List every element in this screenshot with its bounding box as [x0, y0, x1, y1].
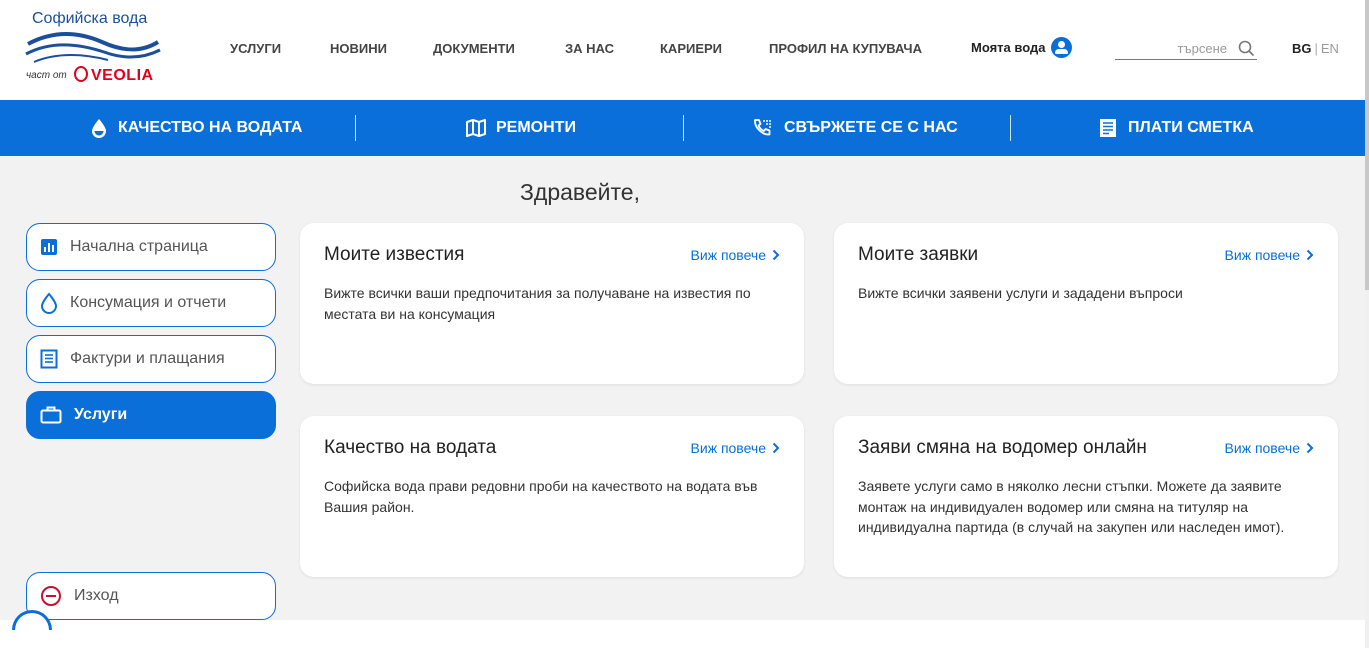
lang-separator: |	[1314, 41, 1318, 56]
lang-bg[interactable]: BG	[1292, 41, 1312, 56]
lang-en[interactable]: EN	[1321, 41, 1339, 56]
search-icon[interactable]	[1238, 40, 1255, 57]
scrollbar-thumb[interactable]	[1365, 0, 1369, 290]
quick-link-label: КАЧЕСТВО НА ВОДАТА	[118, 119, 303, 136]
see-more-link[interactable]: Виж повече	[691, 440, 780, 456]
search-input[interactable]	[1115, 38, 1233, 58]
site-header: Софийска вода част от VEOLIA УСЛУГИ НОВИ…	[0, 0, 1369, 100]
page-bottom	[0, 620, 1369, 648]
my-water-label: Моята вода	[971, 40, 1046, 55]
card-title: Моите заявки	[858, 244, 979, 265]
sidebar-item-services[interactable]: Услуги	[26, 391, 276, 439]
chevron-right-icon	[772, 442, 780, 454]
water-drop-icon	[40, 292, 58, 314]
sidebar-item-home[interactable]: Начална страница	[26, 223, 276, 271]
divider	[355, 115, 356, 141]
quick-link-repairs[interactable]: РЕМОНТИ	[466, 100, 576, 156]
sidebar-item-consumption[interactable]: Консумация и отчети	[26, 279, 276, 327]
card-text: Вижте всички заявени услуги и зададени в…	[858, 285, 1183, 301]
nav-item-news[interactable]: НОВИНИ	[330, 41, 387, 56]
card-requests: Моите заявки Виж повече Вижте всички зая…	[834, 223, 1338, 384]
quick-link-label: ПЛАТИ СМЕТКА	[1128, 119, 1254, 136]
exit-icon	[41, 586, 61, 606]
quick-links-bar: КАЧЕСТВО НА ВОДАТА РЕМОНТИ СВЪРЖЕТЕ СЕ С…	[0, 100, 1365, 156]
quick-link-label: СВЪРЖЕТЕ СЕ С НАС	[784, 119, 958, 136]
divider	[1010, 115, 1011, 141]
card-text: Софийска вода прави редовни проби на кач…	[324, 478, 758, 515]
briefcase-icon	[40, 406, 62, 424]
nav-item-documents[interactable]: ДОКУМЕНТИ	[433, 41, 515, 56]
chevron-right-icon	[772, 249, 780, 261]
brand-title: Софийска вода	[32, 10, 148, 27]
receipt-icon	[1100, 119, 1116, 137]
card-notifications: Моите известия Виж повече Вижте всички в…	[300, 223, 804, 384]
greeting-heading: Здравейте,	[520, 179, 640, 205]
brand-sub: част от	[26, 70, 67, 81]
chevron-right-icon	[1306, 249, 1314, 261]
sidebar-item-label: Услуги	[74, 406, 128, 423]
see-more-link[interactable]: Виж повече	[1225, 440, 1314, 456]
card-title: Качество на водата	[324, 437, 497, 458]
chevron-right-icon	[1306, 442, 1314, 454]
card-title: Моите известия	[324, 244, 465, 265]
nav-item-buyer-profile[interactable]: ПРОФИЛ НА КУПУВАЧА	[769, 41, 922, 56]
veolia-icon	[74, 66, 88, 82]
sidebar-exit-button[interactable]: Изход	[26, 572, 276, 620]
card-title: Заяви смяна на водомер онлайн	[858, 437, 1147, 458]
quick-link-label: РЕМОНТИ	[496, 119, 576, 136]
waves-logo-icon	[25, 32, 161, 63]
sidebar-item-label: Консумация и отчети	[70, 294, 227, 311]
card-text: Вижте всички ваши предпочитания за получ…	[324, 285, 751, 322]
page-scrollbar[interactable]	[1365, 0, 1369, 648]
card-water-quality: Качество на водата Виж повече Софийска в…	[300, 416, 804, 577]
quick-link-contact[interactable]: СВЪРЖЕТЕ СЕ С НАС	[752, 100, 958, 156]
quick-link-water-quality[interactable]: КАЧЕСТВО НА ВОДАТА	[90, 100, 302, 156]
card-text: Заявете услуги само в няколко лесни стъп…	[858, 478, 1285, 535]
veolia-logo: VEOLIA	[74, 66, 154, 85]
sidebar-item-label: Фактури и плащания	[70, 350, 225, 367]
divider	[683, 115, 684, 141]
language-switch: BG | EN	[1292, 41, 1339, 56]
search-box	[1115, 38, 1257, 60]
see-more-link[interactable]: Виж повече	[691, 247, 780, 263]
brand-logo[interactable]: Софийска вода част от VEOLIA	[24, 8, 164, 92]
nav-item-services[interactable]: УСЛУГИ	[230, 41, 281, 56]
invoice-icon	[40, 349, 58, 369]
my-water-link[interactable]: Моята вода	[971, 37, 1073, 58]
nav-item-about[interactable]: ЗА НАС	[565, 41, 614, 56]
sidebar-item-label: Начална страница	[70, 238, 208, 255]
dashboard-main: Здравейте, Начална страница Консумация и…	[0, 156, 1365, 620]
sidebar-item-invoices[interactable]: Фактури и плащания	[26, 335, 276, 383]
chart-icon	[41, 239, 57, 255]
map-icon	[466, 119, 486, 137]
user-icon	[1051, 37, 1073, 58]
nav-item-careers[interactable]: КАРИЕРИ	[660, 41, 722, 56]
see-more-link[interactable]: Виж повече	[1225, 247, 1314, 263]
water-drop-icon	[92, 119, 106, 138]
card-meter-change: Заяви смяна на водомер онлайн Виж повече…	[834, 416, 1338, 577]
sidebar-exit-label: Изход	[74, 587, 119, 604]
quick-link-pay-bill[interactable]: ПЛАТИ СМЕТКА	[1098, 100, 1254, 156]
phone-icon	[754, 119, 771, 136]
